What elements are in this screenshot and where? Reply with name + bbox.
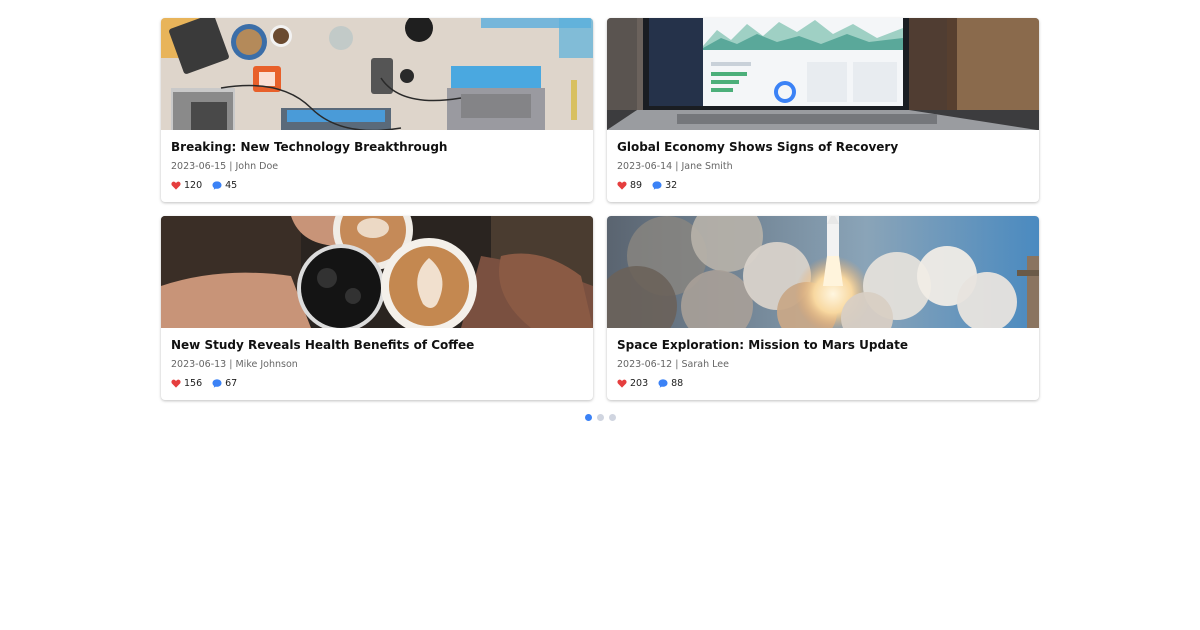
like-count[interactable]: 203 — [617, 378, 648, 389]
article-image-rocket — [607, 216, 1039, 328]
comment-bubble-icon — [212, 181, 222, 190]
pagination-dot-2[interactable] — [596, 414, 604, 421]
comment-count-value: 45 — [225, 180, 238, 191]
news-feed: Breaking: New Technology Breakthrough 20… — [161, 18, 1039, 421]
heart-icon — [617, 379, 627, 388]
article-title[interactable]: Breaking: New Technology Breakthrough — [171, 140, 583, 155]
article-meta: 2023-06-12 | Sarah Lee — [617, 359, 1029, 371]
article-author: John Doe — [235, 161, 279, 172]
comment-bubble-icon — [652, 181, 662, 190]
article-card[interactable]: Space Exploration: Mission to Mars Updat… — [607, 216, 1039, 400]
article-title[interactable]: New Study Reveals Health Benefits of Cof… — [171, 338, 583, 353]
comment-count[interactable]: 88 — [658, 378, 683, 389]
heart-icon — [171, 379, 181, 388]
article-meta: 2023-06-15 | John Doe — [171, 161, 583, 173]
article-date: 2023-06-12 — [617, 359, 673, 370]
article-title[interactable]: Global Economy Shows Signs of Recovery — [617, 140, 1029, 155]
like-count[interactable]: 89 — [617, 180, 642, 191]
pagination-dots — [161, 414, 1039, 421]
article-author: Sarah Lee — [681, 359, 729, 370]
article-image-laptop — [607, 18, 1039, 130]
pagination-dot-3[interactable] — [608, 414, 616, 421]
article-date: 2023-06-14 — [617, 161, 673, 172]
article-card[interactable]: Global Economy Shows Signs of Recovery 2… — [607, 18, 1039, 202]
pagination-dot-1[interactable] — [584, 414, 592, 421]
like-count-value: 156 — [184, 378, 203, 389]
like-count-value: 120 — [184, 180, 203, 191]
like-count-value: 203 — [630, 378, 649, 389]
heart-icon — [617, 181, 627, 190]
article-card[interactable]: Breaking: New Technology Breakthrough 20… — [161, 18, 593, 202]
comment-count-value: 67 — [225, 378, 238, 389]
article-grid: Breaking: New Technology Breakthrough 20… — [161, 18, 1039, 400]
article-date: 2023-06-13 — [171, 359, 227, 370]
comment-bubble-icon — [212, 379, 222, 388]
comment-count-value: 32 — [665, 180, 678, 191]
like-count-value: 89 — [630, 180, 643, 191]
like-count[interactable]: 156 — [171, 378, 202, 389]
article-stats: 120 45 — [171, 180, 583, 191]
heart-icon — [171, 181, 181, 190]
article-stats: 156 67 — [171, 378, 583, 389]
article-card[interactable]: New Study Reveals Health Benefits of Cof… — [161, 216, 593, 400]
like-count[interactable]: 120 — [171, 180, 202, 191]
comment-count[interactable]: 32 — [652, 180, 677, 191]
article-meta: 2023-06-13 | Mike Johnson — [171, 359, 583, 371]
article-date: 2023-06-15 — [171, 161, 227, 172]
article-meta: 2023-06-14 | Jane Smith — [617, 161, 1029, 173]
comment-count[interactable]: 67 — [212, 378, 237, 389]
article-author: Jane Smith — [681, 161, 733, 172]
comment-count-value: 88 — [671, 378, 684, 389]
article-stats: 203 88 — [617, 378, 1029, 389]
article-image-coffee — [161, 216, 593, 328]
article-stats: 89 32 — [617, 180, 1029, 191]
article-title[interactable]: Space Exploration: Mission to Mars Updat… — [617, 338, 1029, 353]
comment-bubble-icon — [658, 379, 668, 388]
article-author: Mike Johnson — [235, 359, 298, 370]
article-image-desk — [161, 18, 593, 130]
comment-count[interactable]: 45 — [212, 180, 237, 191]
